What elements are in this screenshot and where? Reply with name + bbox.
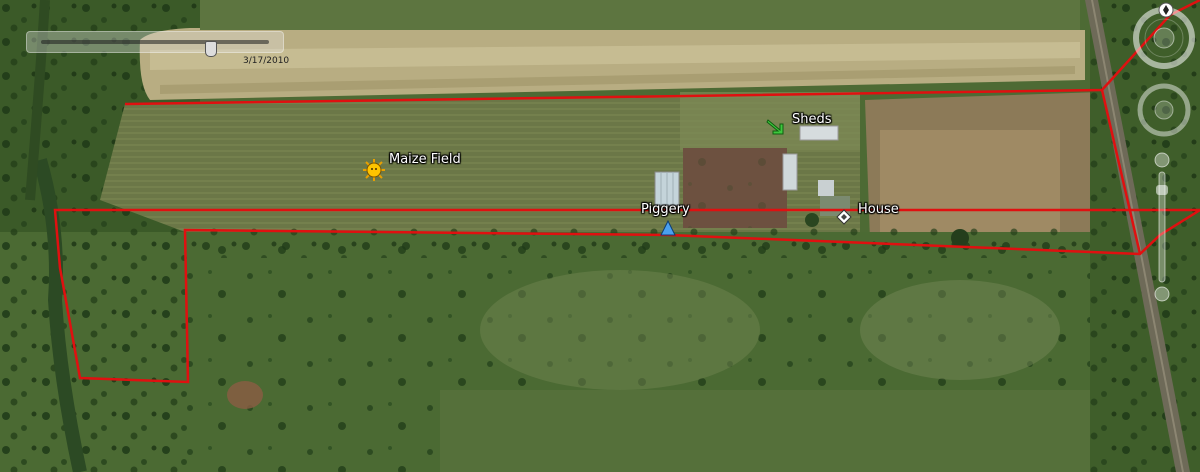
satellite-map[interactable]: 3/17/2010 Maize Field Sheds Piggery Hous… bbox=[0, 0, 1200, 472]
navigation-controls[interactable] bbox=[1126, 0, 1200, 310]
house-label[interactable]: House bbox=[858, 202, 899, 217]
north-button-icon[interactable] bbox=[1158, 2, 1174, 18]
time-slider-date: 3/17/2010 bbox=[243, 56, 290, 66]
blue-triangle-icon[interactable] bbox=[660, 219, 676, 240]
green-arrow-icon[interactable] bbox=[766, 118, 786, 140]
move-joystick-icon[interactable] bbox=[1137, 83, 1191, 137]
time-slider[interactable]: 3/17/2010 bbox=[26, 31, 289, 66]
maize-field-label[interactable]: Maize Field bbox=[389, 152, 461, 167]
time-slider-handle[interactable] bbox=[204, 41, 217, 57]
look-joystick-icon[interactable] bbox=[1153, 27, 1175, 49]
diamond-icon[interactable] bbox=[836, 209, 852, 229]
zoom-slider-icon[interactable] bbox=[1154, 152, 1170, 302]
time-slider-track[interactable] bbox=[41, 40, 269, 57]
sun-icon[interactable] bbox=[362, 158, 386, 186]
satellite-imagery bbox=[0, 0, 1200, 472]
piggery-label[interactable]: Piggery bbox=[641, 202, 690, 217]
sheds-label[interactable]: Sheds bbox=[792, 112, 832, 127]
